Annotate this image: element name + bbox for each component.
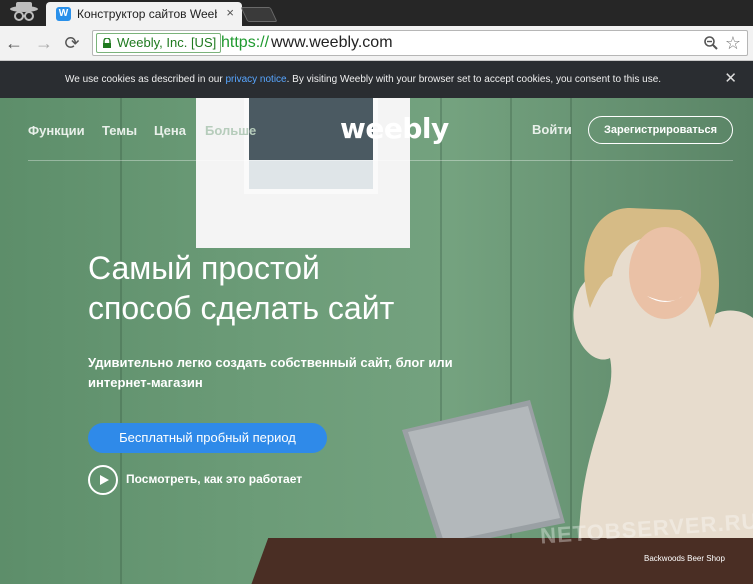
tab-close-button[interactable]: × [226,6,234,20]
browser-toolbar: ← → ⟳ Weebly, Inc. [US] https:// www.wee… [0,26,753,61]
back-button[interactable]: ← [4,33,24,53]
nav-item-more[interactable]: Больше [205,123,256,138]
cookie-text-before: We use cookies as described in our [65,74,226,85]
privacy-notice-link[interactable]: privacy notice [225,74,286,85]
login-link[interactable]: Войти [532,122,572,137]
nav-item-themes[interactable]: Темы [102,123,137,138]
zoom-icon[interactable] [703,35,719,51]
ev-certificate-badge[interactable]: Weebly, Inc. [US] [96,33,222,53]
incognito-icon [10,2,38,21]
weebly-favicon: W [56,7,71,21]
star-icon[interactable]: ☆ [725,32,741,54]
url-scheme: https:// [221,34,270,51]
nav-item-pricing[interactable]: Цена [154,123,186,138]
cookie-banner: We use cookies as described in our priva… [0,61,753,98]
watch-how-it-works-link[interactable]: Посмотреть, как это работает [126,472,302,486]
headline-line-2: способ сделать сайт [88,290,395,326]
address-bar[interactable]: Weebly, Inc. [US] https:// www.weebly.co… [92,30,748,56]
wall-plank [120,98,122,584]
ev-label: Weebly, Inc. [US] [117,35,217,50]
cookie-close-button[interactable]: ✕ [724,71,737,87]
url-host: www.weebly.com [271,34,393,51]
reload-button[interactable]: ⟳ [62,33,82,53]
site-header: Функции Темы Цена Больше weebly Войти За… [0,98,753,161]
headline-line-1: Самый простой [88,250,320,286]
browser-tab-bar: W Конструктор сайтов Weebly × [0,0,753,26]
cookie-text: We use cookies as described in our priva… [65,74,661,85]
tab-title: Конструктор сайтов Weebly [77,7,217,21]
cookie-text-after: . By visiting Weebly with your browser s… [286,74,662,85]
hero-headline: Самый простой способ сделать сайт [88,248,518,328]
hero-section: Функции Темы Цена Больше weebly Войти За… [0,98,753,584]
free-trial-button[interactable]: Бесплатный пробный период [88,423,327,453]
lock-icon [103,38,111,48]
forward-button[interactable]: → [34,33,54,53]
signup-button[interactable]: Зарегистрироваться [588,116,733,144]
weebly-logo[interactable]: weebly [340,112,449,145]
photo-credit: Backwoods Beer Shop [644,554,725,563]
nav-item-features[interactable]: Функции [28,123,85,138]
active-tab[interactable]: W Конструктор сайтов Weebly × [46,2,242,26]
play-icon [100,475,109,485]
header-divider [28,160,733,161]
play-video-button[interactable] [88,465,118,495]
new-tab-button[interactable] [240,7,278,22]
hero-subheading: Удивительно легко создать собственный са… [88,355,453,390]
